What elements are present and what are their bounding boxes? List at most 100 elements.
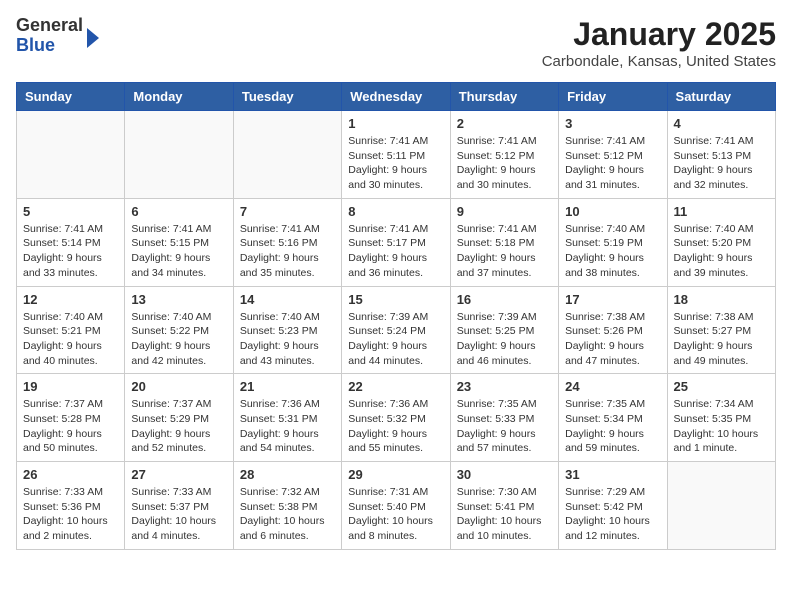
day-info: Sunrise: 7:34 AM Sunset: 5:35 PM Dayligh… [674,397,769,456]
day-number: 19 [23,379,118,394]
calendar-cell [17,111,125,199]
day-info: Sunrise: 7:40 AM Sunset: 5:21 PM Dayligh… [23,310,118,369]
day-number: 2 [457,116,552,131]
day-info: Sunrise: 7:31 AM Sunset: 5:40 PM Dayligh… [348,485,443,544]
logo-general: General [16,16,83,36]
calendar-week-3: 12Sunrise: 7:40 AM Sunset: 5:21 PM Dayli… [17,286,776,374]
calendar-cell: 18 Sunrise: 7:38 AM Sunset: 5:27 PM Dayli… [667,286,775,374]
day-number: 29 [348,467,443,482]
day-info: Sunrise: 7:41 AM Sunset: 5:17 PM Dayligh… [348,222,443,281]
day-number: 4 [674,116,769,131]
day-info: Sunrise: 7:29 AM Sunset: 5:42 PM Dayligh… [565,485,660,544]
day-info: Sunrise: 7:38 AM Sunset: 5:26 PM Dayligh… [565,310,660,369]
calendar-cell: 14 Sunrise: 7:40 AM Sunset: 5:23 PM Dayli… [233,286,341,374]
day-number: 22 [348,379,443,394]
weekday-header-sunday: Sunday [17,83,125,111]
calendar-cell: 12Sunrise: 7:40 AM Sunset: 5:21 PM Dayli… [17,286,125,374]
logo-text: General Blue [16,16,83,56]
calendar-cell: 21Sunrise: 7:36 AM Sunset: 5:31 PM Dayli… [233,374,341,462]
day-number: 10 [565,204,660,219]
day-info: Sunrise: 7:40 AM Sunset: 5:19 PM Dayligh… [565,222,660,281]
day-number: 7 [240,204,335,219]
weekday-header-row: SundayMondayTuesdayWednesdayThursdayFrid… [17,83,776,111]
day-number: 8 [348,204,443,219]
weekday-header-tuesday: Tuesday [233,83,341,111]
day-number: 30 [457,467,552,482]
day-number: 9 [457,204,552,219]
weekday-header-saturday: Saturday [667,83,775,111]
day-info: Sunrise: 7:33 AM Sunset: 5:36 PM Dayligh… [23,485,118,544]
day-info: Sunrise: 7:41 AM Sunset: 5:13 PM Dayligh… [674,134,769,193]
day-number: 25 [674,379,769,394]
calendar-cell: 11 Sunrise: 7:40 AM Sunset: 5:20 PM Dayli… [667,198,775,286]
calendar-cell: 24 Sunrise: 7:35 AM Sunset: 5:34 PM Dayli… [559,374,667,462]
day-info: Sunrise: 7:35 AM Sunset: 5:34 PM Dayligh… [565,397,660,456]
location-text: Carbondale, Kansas, United States [542,53,776,70]
day-info: Sunrise: 7:33 AM Sunset: 5:37 PM Dayligh… [131,485,226,544]
day-info: Sunrise: 7:32 AM Sunset: 5:38 PM Dayligh… [240,485,335,544]
day-number: 14 [240,292,335,307]
calendar-cell: 1Sunrise: 7:41 AM Sunset: 5:11 PM Daylig… [342,111,450,199]
weekday-header-monday: Monday [125,83,233,111]
calendar-cell: 26Sunrise: 7:33 AM Sunset: 5:36 PM Dayli… [17,462,125,550]
day-number: 3 [565,116,660,131]
day-number: 11 [674,204,769,219]
day-number: 21 [240,379,335,394]
day-number: 13 [131,292,226,307]
day-info: Sunrise: 7:38 AM Sunset: 5:27 PM Dayligh… [674,310,769,369]
day-number: 23 [457,379,552,394]
weekday-header-friday: Friday [559,83,667,111]
day-number: 20 [131,379,226,394]
calendar-table: SundayMondayTuesdayWednesdayThursdayFrid… [16,82,776,550]
day-info: Sunrise: 7:41 AM Sunset: 5:12 PM Dayligh… [565,134,660,193]
day-number: 15 [348,292,443,307]
day-number: 18 [674,292,769,307]
day-info: Sunrise: 7:37 AM Sunset: 5:29 PM Dayligh… [131,397,226,456]
calendar-cell: 2Sunrise: 7:41 AM Sunset: 5:12 PM Daylig… [450,111,558,199]
day-number: 16 [457,292,552,307]
calendar-cell: 10 Sunrise: 7:40 AM Sunset: 5:19 PM Dayli… [559,198,667,286]
calendar-cell: 27 Sunrise: 7:33 AM Sunset: 5:37 PM Dayli… [125,462,233,550]
calendar-cell: 5 Sunrise: 7:41 AM Sunset: 5:14 PM Daylig… [17,198,125,286]
day-info: Sunrise: 7:41 AM Sunset: 5:11 PM Dayligh… [348,134,443,193]
day-number: 6 [131,204,226,219]
calendar-cell: 25 Sunrise: 7:34 AM Sunset: 5:35 PM Dayli… [667,374,775,462]
calendar-cell: 17Sunrise: 7:38 AM Sunset: 5:26 PM Dayli… [559,286,667,374]
calendar-week-1: 1Sunrise: 7:41 AM Sunset: 5:11 PM Daylig… [17,111,776,199]
calendar-cell: 15Sunrise: 7:39 AM Sunset: 5:24 PM Dayli… [342,286,450,374]
day-info: Sunrise: 7:40 AM Sunset: 5:22 PM Dayligh… [131,310,226,369]
title-section: January 2025 Carbondale, Kansas, United … [542,16,776,70]
page-header: General Blue January 2025 Carbondale, Ka… [16,16,776,70]
day-info: Sunrise: 7:41 AM Sunset: 5:18 PM Dayligh… [457,222,552,281]
day-info: Sunrise: 7:30 AM Sunset: 5:41 PM Dayligh… [457,485,552,544]
calendar-week-5: 26Sunrise: 7:33 AM Sunset: 5:36 PM Dayli… [17,462,776,550]
day-info: Sunrise: 7:37 AM Sunset: 5:28 PM Dayligh… [23,397,118,456]
day-number: 24 [565,379,660,394]
weekday-header-wednesday: Wednesday [342,83,450,111]
calendar-cell: 20 Sunrise: 7:37 AM Sunset: 5:29 PM Dayli… [125,374,233,462]
calendar-cell [125,111,233,199]
calendar-cell: 23 Sunrise: 7:35 AM Sunset: 5:33 PM Dayli… [450,374,558,462]
day-info: Sunrise: 7:41 AM Sunset: 5:14 PM Dayligh… [23,222,118,281]
day-number: 27 [131,467,226,482]
calendar-cell: 16Sunrise: 7:39 AM Sunset: 5:25 PM Dayli… [450,286,558,374]
day-number: 31 [565,467,660,482]
logo-arrow-icon [87,28,99,48]
day-number: 5 [23,204,118,219]
day-info: Sunrise: 7:41 AM Sunset: 5:15 PM Dayligh… [131,222,226,281]
calendar-cell: 31 Sunrise: 7:29 AM Sunset: 5:42 PM Dayli… [559,462,667,550]
calendar-cell: 30 Sunrise: 7:30 AM Sunset: 5:41 PM Dayli… [450,462,558,550]
calendar-cell [667,462,775,550]
day-info: Sunrise: 7:35 AM Sunset: 5:33 PM Dayligh… [457,397,552,456]
day-info: Sunrise: 7:40 AM Sunset: 5:23 PM Dayligh… [240,310,335,369]
calendar-cell: 13 Sunrise: 7:40 AM Sunset: 5:22 PM Dayli… [125,286,233,374]
day-info: Sunrise: 7:40 AM Sunset: 5:20 PM Dayligh… [674,222,769,281]
day-info: Sunrise: 7:41 AM Sunset: 5:16 PM Dayligh… [240,222,335,281]
day-info: Sunrise: 7:36 AM Sunset: 5:32 PM Dayligh… [348,397,443,456]
calendar-cell: 9 Sunrise: 7:41 AM Sunset: 5:18 PM Daylig… [450,198,558,286]
calendar-cell: 4 Sunrise: 7:41 AM Sunset: 5:13 PM Daylig… [667,111,775,199]
logo-blue: Blue [16,36,83,56]
calendar-week-4: 19 Sunrise: 7:37 AM Sunset: 5:28 PM Dayli… [17,374,776,462]
calendar-cell: 29 Sunrise: 7:31 AM Sunset: 5:40 PM Dayli… [342,462,450,550]
weekday-header-thursday: Thursday [450,83,558,111]
